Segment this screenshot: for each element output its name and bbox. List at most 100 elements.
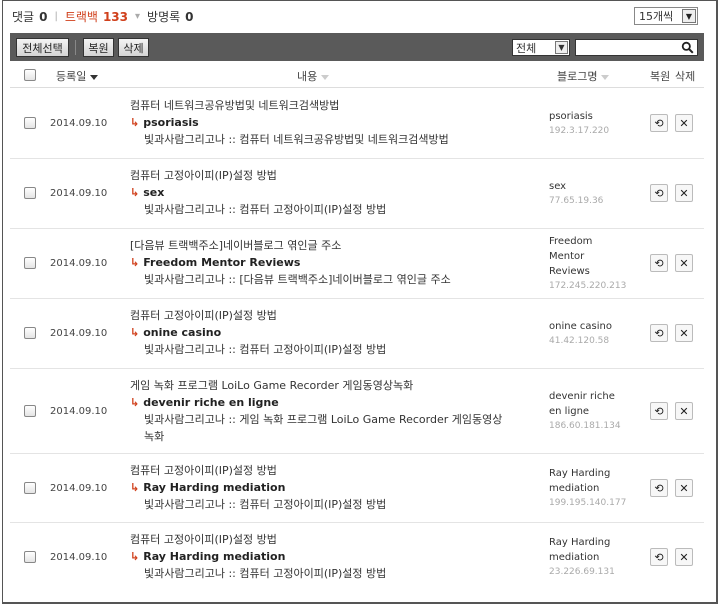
row-title[interactable]: 게임 녹화 프로그램 LoiLo Game Recorder 게임동영상녹화 [130,377,525,394]
row-content: 컴퓨터 고정아이피(IP)설정 방법 ↳ sex 빛과사람그리고나 :: 컴퓨터 … [130,167,525,218]
sort-by-date[interactable]: 등록일 [56,68,99,84]
row-source[interactable]: Ray Harding mediation [143,481,285,494]
table-row: 2014.09.10 [다음뷰 트랙백주소]네이버블로그 엮인글 주소 ↳ Fre… [10,229,704,299]
row-checkbox[interactable] [24,117,36,129]
trackback-label: 트랙백 [64,9,98,24]
close-icon[interactable]: ✕ [675,254,693,272]
row-content: 게임 녹화 프로그램 LoiLo Game Recorder 게임동영상녹화 ↳… [130,377,525,445]
row-title[interactable]: [다음뷰 트랙백주소]네이버블로그 엮인글 주소 [130,237,525,254]
comments-tab[interactable]: 댓글 0 [12,8,47,25]
restore-icon[interactable]: ⟲ [650,548,668,566]
row-source[interactable]: Freedom Mentor Reviews [143,256,300,269]
search-icon[interactable] [681,41,694,54]
row-ip: 199.195.140.177 [549,498,627,508]
sort-by-content[interactable]: 내용 [297,68,330,84]
trackback-count: 133 [102,9,129,24]
row-source[interactable]: Ray Harding mediation [143,550,285,563]
close-icon[interactable]: ✕ [675,324,693,342]
arrow-right-icon: ↳ [130,481,140,494]
row-date: 2014.09.10 [50,258,108,269]
guestbook-tab[interactable]: 방명록 0 [147,8,193,25]
filter-select[interactable]: 전체 ▼ [512,39,570,56]
row-content: [다음뷰 트랙백주소]네이버블로그 엮인글 주소 ↳ Freedom Mentor… [130,237,525,288]
table-row: 2014.09.10 게임 녹화 프로그램 LoiLo Game Recorde… [10,369,704,454]
restore-icon[interactable]: ⟲ [650,254,668,272]
toolbar: 전체선택 복원 삭제 전체 ▼ [10,33,704,61]
row-blog-name[interactable]: Freedom Mentor Reviews [549,234,619,279]
per-page-select[interactable]: 15개씩 ▼ [634,7,698,25]
delete-button[interactable]: 삭제 [118,38,149,57]
select-all-button[interactable]: 전체선택 [16,38,69,57]
row-source[interactable]: onine casino [143,326,221,339]
row-source[interactable]: sex [143,186,164,199]
close-icon[interactable]: ✕ [675,184,693,202]
row-blog-name[interactable]: Ray Harding mediation [549,535,619,565]
restore-icon[interactable]: ⟲ [650,324,668,342]
select-all-checkbox[interactable] [24,69,36,81]
comments-count: 0 [39,9,48,24]
row-ip: 77.65.19.36 [549,196,604,206]
row-source-line: ↳ Ray Harding mediation [130,548,525,565]
restore-icon[interactable]: ⟲ [650,402,668,420]
close-icon[interactable]: ✕ [675,548,693,566]
chevron-down-icon[interactable]: ▼ [555,41,568,54]
restore-icon[interactable]: ⟲ [650,114,668,132]
row-date: 2014.09.10 [50,483,108,494]
search-input[interactable] [576,40,681,55]
row-checkbox[interactable] [24,405,36,417]
row-blog-name[interactable]: onine casino [549,319,639,334]
row-title[interactable]: 컴퓨터 고정아이피(IP)설정 방법 [130,307,525,324]
row-title[interactable]: 컴퓨터 고정아이피(IP)설정 방법 [130,462,525,479]
row-excerpt: 빛과사람그리고나 :: [다음뷰 트랙백주소]네이버블로그 엮인글 주소 [144,273,451,286]
row-source-line: ↳ sex [130,184,525,201]
arrow-right-icon: ↳ [130,186,140,199]
restore-icon[interactable]: ⟲ [650,184,668,202]
row-blog-name[interactable]: Ray Harding mediation [549,466,619,496]
restore-button[interactable]: 복원 [83,38,114,57]
sort-by-blog[interactable]: 블로그명 [557,68,610,84]
row-ip: 41.42.120.58 [549,336,610,346]
close-icon[interactable]: ✕ [675,402,693,420]
sort-icon [321,74,330,80]
row-checkbox[interactable] [24,187,36,199]
restore-icon[interactable]: ⟲ [650,479,668,497]
chevron-down-icon[interactable]: ▼ [682,9,696,23]
row-ip: 23.226.69.131 [549,567,615,577]
row-date: 2014.09.10 [50,552,108,563]
row-source[interactable]: psoriasis [143,116,198,129]
content-header: 내용 [297,70,318,83]
row-date: 2014.09.10 [50,328,108,339]
sort-desc-icon [90,74,99,80]
row-excerpt: 빛과사람그리고나 :: 게임 녹화 프로그램 LoiLo Game Record… [144,413,503,443]
close-icon[interactable]: ✕ [675,114,693,132]
table-row: 2014.09.10 컴퓨터 고정아이피(IP)설정 방법 ↳ Ray Hardi… [10,523,704,593]
chevron-down-icon[interactable]: ▾ [135,11,140,22]
row-blog: psoriasis 192.3.17.220 [549,109,639,139]
row-content: 컴퓨터 고정아이피(IP)설정 방법 ↳ onine casino 빛과사람그리고… [130,307,525,358]
trackback-tab[interactable]: 트랙백 133 [65,8,128,25]
row-blog: Ray Harding mediation 23.226.69.131 [549,535,619,580]
table-row: 2014.09.10 컴퓨터 고정아이피(IP)설정 방법 ↳ Ray Hardi… [10,454,704,523]
row-source-line: ↳ onine casino [130,324,525,341]
row-source[interactable]: devenir riche en ligne [143,396,279,409]
row-blog-name[interactable]: sex [549,179,639,194]
filter-value: 전체 [516,41,537,55]
row-blog: onine casino 41.42.120.58 [549,319,639,349]
row-checkbox[interactable] [24,551,36,563]
sort-icon [601,74,610,80]
row-title[interactable]: 컴퓨터 고정아이피(IP)설정 방법 [130,167,525,184]
close-icon[interactable]: ✕ [675,479,693,497]
row-blog-name[interactable]: devenir riche en ligne [549,389,624,419]
row-checkbox[interactable] [24,257,36,269]
row-title[interactable]: 컴퓨터 네트워크공유방법및 네트워크검색방법 [130,97,525,114]
row-excerpt: 빛과사람그리고나 :: 컴퓨터 고정아이피(IP)설정 방법 [144,203,387,216]
arrow-right-icon: ↳ [130,396,140,409]
row-blog-name[interactable]: psoriasis [549,109,639,124]
row-title[interactable]: 컴퓨터 고정아이피(IP)설정 방법 [130,531,525,548]
comments-label: 댓글 [12,9,35,24]
restore-header: 복원 [650,70,671,83]
arrow-right-icon: ↳ [130,326,140,339]
row-checkbox[interactable] [24,482,36,494]
trackback-manager: 댓글 0 | 트랙백 133 ▾ 방명록 0 15개씩 ▼ 전체선택 복원 삭제 전체… [2,0,718,604]
row-checkbox[interactable] [24,327,36,339]
